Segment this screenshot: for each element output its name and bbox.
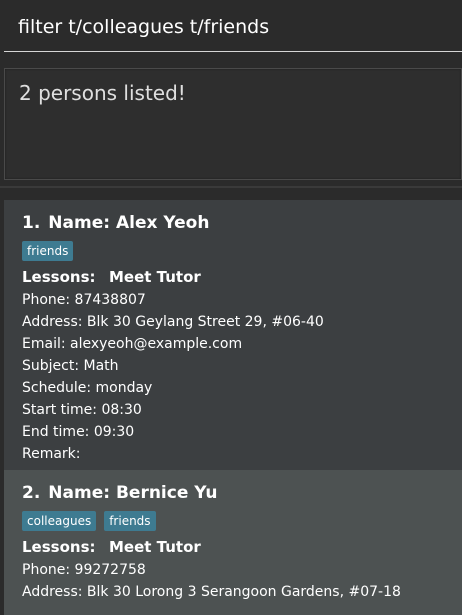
lessons-row: Lessons: Meet Tutor [22,265,462,289]
person-title: 2. Name: Bernice Yu [22,480,462,506]
result-message: 2 persons listed! [19,81,186,105]
person-name: Name: Alex Yeoh [48,213,210,233]
remark-field: Remark: [22,446,81,462]
tag: friends [104,511,156,531]
address-field: Address: Blk 30 Lorong 3 Serangoon Garde… [22,584,401,600]
command-input-underline [4,51,462,52]
phone-field: Phone: 87438807 [22,292,146,308]
phone-field: Phone: 99272758 [22,562,146,578]
person-index: 1. [22,213,41,233]
lessons-label: Lessons: [22,268,96,286]
email-field: Email: alexyeoh@example.com [22,336,243,352]
start-time-field: Start time: 08:30 [22,402,142,418]
tag-list: colleagues friends [22,508,462,534]
lessons-value: Meet Tutor [109,538,201,556]
address-field: Address: Blk 30 Geylang Street 29, #06-4… [22,314,324,330]
result-display: 2 persons listed! [4,68,462,180]
person-title: 1. Name: Alex Yeoh [22,210,462,236]
tag: friends [22,241,74,261]
person-card[interactable]: 1. Name: Alex Yeoh friends Lessons: Meet T… [4,200,462,470]
end-time-field: End time: 09:30 [22,424,135,440]
person-index: 2. [22,483,41,503]
lessons-value: Meet Tutor [109,268,201,286]
person-name: Name: Bernice Yu [48,483,218,503]
section-divider [0,186,462,188]
schedule-field: Schedule: monday [22,380,153,396]
command-box [0,0,462,54]
lessons-label: Lessons: [22,538,96,556]
person-card[interactable]: 2. Name: Bernice Yu colleagues friends Le… [4,470,462,615]
command-input[interactable] [4,4,434,50]
tag-list: friends [22,238,462,264]
tag: colleagues [22,511,97,531]
person-list[interactable]: 1. Name: Alex Yeoh friends Lessons: Meet T… [4,200,462,615]
lessons-row: Lessons: Meet Tutor [22,535,462,559]
subject-field: Subject: Math [22,358,119,374]
